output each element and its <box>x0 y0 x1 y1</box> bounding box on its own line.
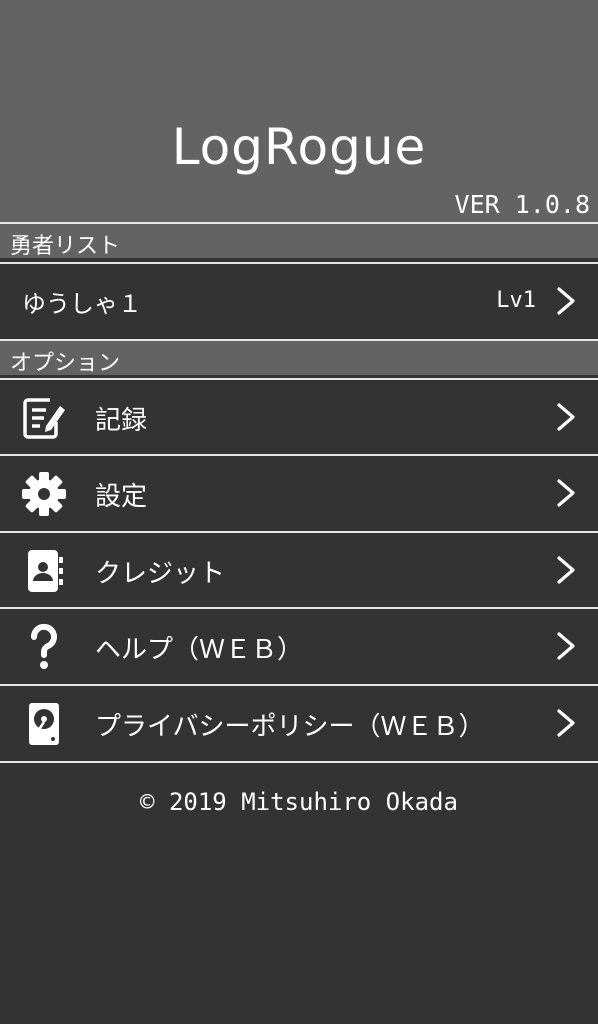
section-header-hero-list: 勇者リスト <box>0 222 598 259</box>
hero-level: Lv1 <box>496 288 536 313</box>
hard-drive-icon <box>29 703 59 745</box>
menu-item-record[interactable]: 記録 <box>0 378 598 453</box>
section-header-label: オプション <box>10 351 121 376</box>
menu-item-privacy-policy[interactable]: プライバシーポリシー（ＷＥＢ） <box>0 684 598 759</box>
menu-item-label: プライバシーポリシー（ＷＥＢ） <box>95 712 485 742</box>
menu-item-label: 記録 <box>95 406 148 436</box>
gear-icon <box>22 472 66 516</box>
menu-item-settings[interactable]: 設定 <box>0 454 598 529</box>
contacts-book-icon <box>28 550 63 592</box>
menu-item-label: クレジット <box>95 559 226 589</box>
menu-item-help[interactable]: ヘルプ（ＷＥＢ） <box>0 607 598 682</box>
edit-note-icon <box>23 398 65 439</box>
divider <box>0 761 598 763</box>
chevron-right-icon <box>557 632 575 660</box>
menu-item-label: 設定 <box>95 482 148 512</box>
hero-list-item[interactable]: ゆうしゃ１ Lv1 <box>0 262 598 337</box>
chevron-right-icon <box>557 479 575 507</box>
app-title: LogRogue <box>171 118 427 176</box>
copyright-text: © 2019 Mitsuhiro Okada <box>140 788 458 816</box>
chevron-right-icon <box>557 403 575 431</box>
hero-name: ゆうしゃ１ <box>22 290 142 318</box>
question-mark-icon <box>30 623 57 669</box>
chevron-right-icon <box>557 287 575 315</box>
app-header: LogRogue VER 1.0.8 <box>0 0 598 222</box>
menu-item-label: ヘルプ（ＷＥＢ） <box>95 635 304 665</box>
chevron-right-icon <box>557 556 575 584</box>
version-label: VER 1.0.8 <box>454 190 590 219</box>
menu-item-credits[interactable]: クレジット <box>0 531 598 606</box>
chevron-right-icon <box>557 709 575 737</box>
section-header-label: 勇者リスト <box>10 234 121 259</box>
section-header-options: オプション <box>0 339 598 376</box>
